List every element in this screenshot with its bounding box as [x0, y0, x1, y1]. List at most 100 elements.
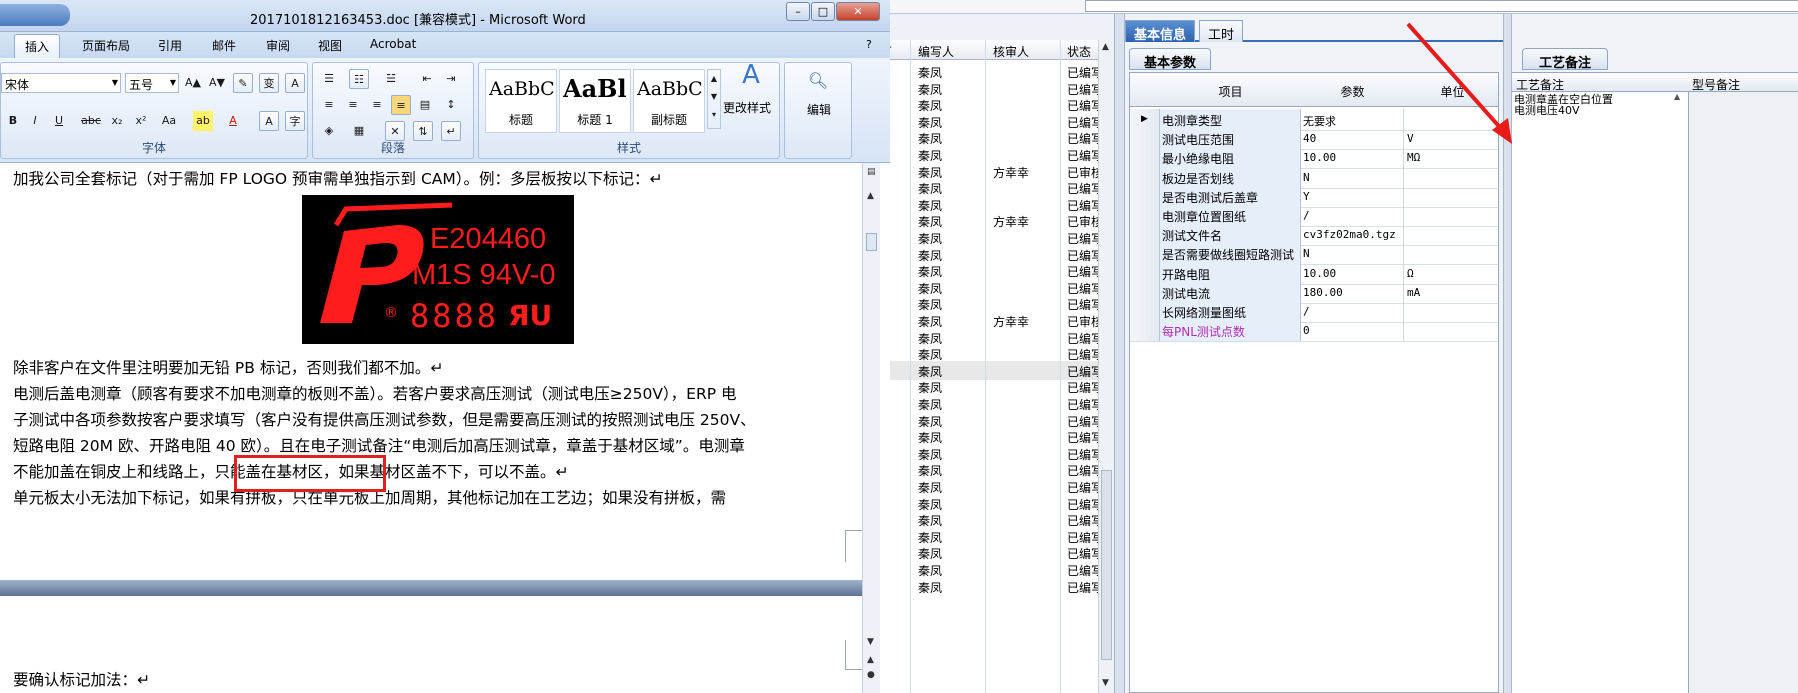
- italic-icon[interactable]: I: [25, 111, 45, 131]
- justify-icon[interactable]: ≡: [391, 95, 411, 115]
- document-lower-page[interactable]: 要确认标记加法：↵: [0, 596, 862, 693]
- change-styles-icon[interactable]: A: [735, 62, 767, 99]
- param-value[interactable]: /: [1301, 301, 1404, 322]
- splitter-left[interactable]: [1114, 14, 1125, 693]
- tab-basic-info[interactable]: 基本信息: [1125, 20, 1196, 43]
- distributed-icon[interactable]: ▤: [415, 95, 435, 115]
- param-value[interactable]: 180.00: [1301, 281, 1404, 303]
- param-value[interactable]: 无要求: [1301, 109, 1404, 130]
- param-value[interactable]: N: [1301, 166, 1404, 188]
- row-indicator[interactable]: [1130, 281, 1160, 303]
- quick-access-toolbar[interactable]: [0, 4, 70, 26]
- close-button[interactable]: ✕: [836, 2, 880, 21]
- show-marks-icon[interactable]: ↵: [441, 121, 461, 141]
- list-col-status[interactable]: 状态: [1067, 43, 1091, 60]
- scroll-up-icon[interactable]: ▲: [867, 191, 874, 201]
- tab-acrobat[interactable]: Acrobat: [370, 37, 416, 51]
- row-indicator[interactable]: [1130, 205, 1160, 226]
- increase-indent-icon[interactable]: ⇥: [441, 69, 461, 89]
- scroll-down-icon[interactable]: ▼: [1102, 678, 1109, 688]
- param-value[interactable]: 10.00: [1301, 147, 1404, 169]
- superscript-icon[interactable]: x²: [131, 111, 151, 131]
- multilevel-list-icon[interactable]: ☱: [381, 69, 401, 89]
- grow-font-icon[interactable]: A▲: [183, 73, 203, 93]
- underline-icon[interactable]: U: [49, 111, 69, 131]
- enclose-char-icon[interactable]: 字: [285, 111, 305, 131]
- param-value[interactable]: /: [1301, 205, 1404, 226]
- param-value[interactable]: 40: [1301, 128, 1404, 150]
- align-center-icon[interactable]: ≡: [343, 95, 363, 115]
- tab-work-hours[interactable]: 工时: [1199, 20, 1244, 43]
- param-row[interactable]: 每PNL测试点数 0: [1130, 320, 1498, 343]
- param-value[interactable]: N: [1301, 243, 1404, 265]
- param-col-item[interactable]: 项目: [1160, 83, 1301, 100]
- top-scrollbar[interactable]: [1085, 0, 1798, 12]
- phonetic-guide-icon[interactable]: 变: [259, 73, 279, 93]
- param-col-value[interactable]: 参数: [1301, 83, 1404, 100]
- list-scrollbar[interactable]: ▲ ▼: [1098, 40, 1114, 693]
- notes-scroll-up-icon[interactable]: ▲: [1674, 92, 1687, 132]
- char-border-icon[interactable]: A: [285, 73, 305, 93]
- word-vertical-scrollbar[interactable]: ▤ ▲ ▼ ▲ ●: [862, 163, 880, 693]
- maximize-button[interactable]: □: [811, 2, 835, 21]
- notes-col-process[interactable]: 工艺备注: [1516, 76, 1564, 93]
- notes-model-column[interactable]: [1688, 92, 1798, 693]
- param-value[interactable]: 0: [1301, 320, 1404, 342]
- list-scroll-thumb[interactable]: [1101, 470, 1112, 660]
- borders-icon[interactable]: ▦: [349, 121, 369, 141]
- row-indicator[interactable]: [1130, 224, 1160, 246]
- font-name-combo[interactable]: 宋体 ▼: [1, 73, 121, 93]
- change-styles-button[interactable]: 更改样式: [723, 99, 771, 116]
- row-indicator[interactable]: [1130, 147, 1160, 169]
- find-icon[interactable]: 🔍︎: [805, 71, 831, 97]
- chinese-layout-icon[interactable]: ✕: [385, 121, 405, 141]
- clear-format-icon[interactable]: ✎: [233, 73, 253, 93]
- row-indicator[interactable]: [1130, 243, 1160, 265]
- style-subtitle[interactable]: AaBbC 副标题: [633, 69, 705, 133]
- line-spacing-icon[interactable]: ↕: [441, 95, 461, 115]
- prev-page-icon[interactable]: ▲: [867, 655, 874, 665]
- align-left-icon[interactable]: ≡: [319, 95, 339, 115]
- tab-page-layout[interactable]: 页面布局: [82, 37, 130, 54]
- word-titlebar[interactable]: 2017101812163453.doc [兼容模式] - Microsoft …: [0, 0, 890, 32]
- row-indicator[interactable]: [1130, 262, 1160, 284]
- list-col-reviewer[interactable]: 核审人: [993, 43, 1029, 60]
- param-value[interactable]: Y: [1301, 185, 1404, 207]
- row-indicator[interactable]: [1130, 128, 1160, 150]
- subtab-basic-params[interactable]: 基本参数: [1129, 48, 1212, 71]
- highlight-icon[interactable]: ab: [193, 111, 213, 131]
- change-case-icon[interactable]: Aa: [159, 111, 179, 131]
- shading-icon[interactable]: ◈: [319, 121, 339, 141]
- sort-icon[interactable]: ⇅: [413, 121, 433, 141]
- font-size-combo[interactable]: 五号 ▼: [125, 73, 179, 93]
- font-color-icon[interactable]: A: [223, 111, 243, 131]
- tab-view[interactable]: 视图: [318, 37, 342, 54]
- row-indicator[interactable]: [1130, 320, 1160, 342]
- param-value[interactable]: cv3fz02ma0.tgz: [1301, 224, 1404, 246]
- notes-text[interactable]: 电测章盖在空白位置 电测电压40V: [1514, 94, 1613, 116]
- tab-review[interactable]: 审阅: [266, 37, 290, 54]
- tab-references[interactable]: 引用: [158, 37, 182, 54]
- styles-gallery-scroll[interactable]: ▲ ▼ ▾: [707, 69, 721, 129]
- list-row[interactable]: 秦凤 已编写: [880, 577, 1107, 596]
- bullets-icon[interactable]: ☰: [319, 69, 339, 89]
- list-col-writer[interactable]: 编写人: [918, 43, 954, 60]
- row-indicator[interactable]: [1130, 301, 1160, 322]
- word-scroll-thumb[interactable]: [866, 233, 877, 251]
- minimize-button[interactable]: –: [786, 2, 810, 21]
- row-indicator[interactable]: [1130, 166, 1160, 188]
- style-heading1[interactable]: AaBl 标题 1: [559, 69, 631, 133]
- numbering-icon[interactable]: ☷: [349, 69, 369, 89]
- tab-insert[interactable]: 插入: [14, 34, 61, 58]
- shrink-font-icon[interactable]: A▼: [207, 73, 227, 93]
- tab-process-notes[interactable]: 工艺备注: [1522, 48, 1609, 71]
- strikethrough-icon[interactable]: abc: [81, 111, 101, 131]
- help-icon[interactable]: ?: [866, 38, 872, 51]
- tab-mailings[interactable]: 邮件: [212, 37, 236, 54]
- align-right-icon[interactable]: ≡: [367, 95, 387, 115]
- param-value[interactable]: 10.00: [1301, 262, 1404, 284]
- char-shading-icon[interactable]: A: [259, 111, 279, 131]
- style-title[interactable]: AaBbC 标题: [485, 69, 557, 133]
- row-indicator[interactable]: [1130, 185, 1160, 207]
- browse-object-icon[interactable]: ●: [867, 670, 875, 680]
